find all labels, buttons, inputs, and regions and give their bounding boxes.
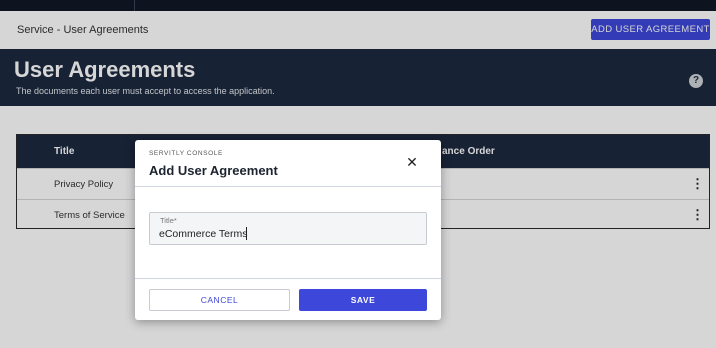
- text-cursor: [246, 227, 247, 240]
- dialog-title: Add User Agreement: [149, 163, 278, 178]
- close-icon[interactable]: ✕: [405, 155, 419, 169]
- title-input[interactable]: [159, 227, 417, 241]
- cancel-button[interactable]: CANCEL: [149, 289, 290, 311]
- dialog-header-divider: [135, 186, 441, 187]
- save-button[interactable]: SAVE: [299, 289, 427, 311]
- dialog-footer-divider: [135, 278, 441, 279]
- title-field[interactable]: Title*: [149, 212, 427, 245]
- add-user-agreement-dialog: SERVITLY CONSOLE Add User Agreement ✕ Ti…: [135, 140, 441, 320]
- dialog-kicker: SERVITLY CONSOLE: [149, 150, 223, 157]
- title-field-label: Title*: [160, 216, 177, 225]
